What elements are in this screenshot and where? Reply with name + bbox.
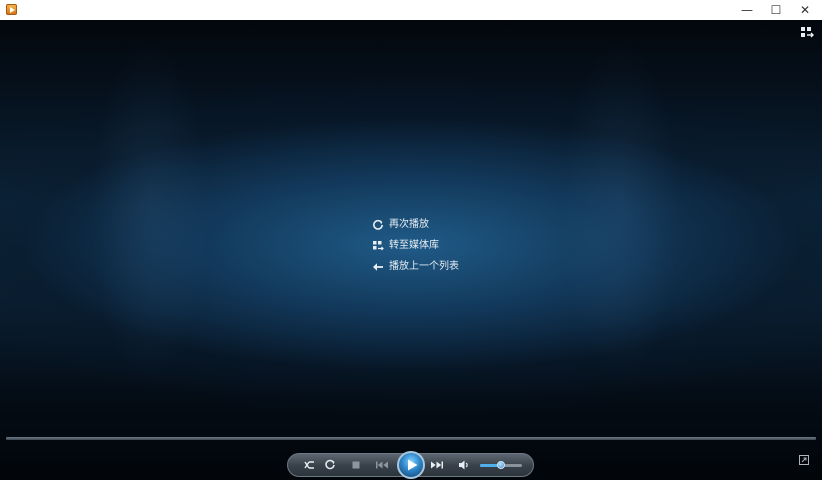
minimize-button[interactable]: — bbox=[732, 0, 762, 20]
play-icon bbox=[408, 459, 418, 471]
maximize-button[interactable]: ☐ bbox=[761, 0, 791, 20]
background-glow bbox=[560, 40, 680, 380]
menu-item-label: 再次播放 bbox=[389, 219, 429, 230]
previous-icon[interactable] bbox=[375, 458, 389, 472]
playback-controls bbox=[287, 451, 534, 479]
play-button[interactable] bbox=[397, 451, 425, 479]
repeat-icon[interactable] bbox=[323, 458, 337, 472]
stop-icon[interactable] bbox=[349, 458, 363, 472]
menu-item-label: 播放上一个列表 bbox=[389, 261, 459, 272]
switch-to-library-icon[interactable] bbox=[800, 26, 814, 40]
replay-icon bbox=[373, 219, 383, 230]
shuffle-icon[interactable] bbox=[303, 458, 317, 472]
background-glow bbox=[90, 40, 210, 380]
volume-thumb[interactable] bbox=[497, 461, 505, 469]
menu-item-go-to-library[interactable]: 转至媒体库 bbox=[371, 238, 459, 259]
menu-item-replay[interactable]: 再次播放 bbox=[371, 217, 459, 238]
close-button[interactable]: ✕ bbox=[790, 0, 820, 20]
title-bar: — ☐ ✕ bbox=[0, 0, 822, 21]
fullscreen-icon[interactable] bbox=[799, 455, 809, 465]
seek-bar[interactable] bbox=[6, 437, 816, 440]
volume-slider[interactable] bbox=[480, 461, 522, 469]
menu-item-label: 转至媒体库 bbox=[389, 240, 439, 251]
library-icon bbox=[373, 241, 384, 251]
back-arrow-icon bbox=[373, 263, 383, 271]
end-of-playback-menu: 再次播放 转至媒体库 播放上一个列表 bbox=[371, 217, 459, 280]
menu-item-previous-list[interactable]: 播放上一个列表 bbox=[371, 259, 459, 280]
app-icon bbox=[6, 4, 17, 15]
next-icon[interactable] bbox=[430, 458, 444, 472]
volume-icon[interactable] bbox=[457, 458, 471, 472]
